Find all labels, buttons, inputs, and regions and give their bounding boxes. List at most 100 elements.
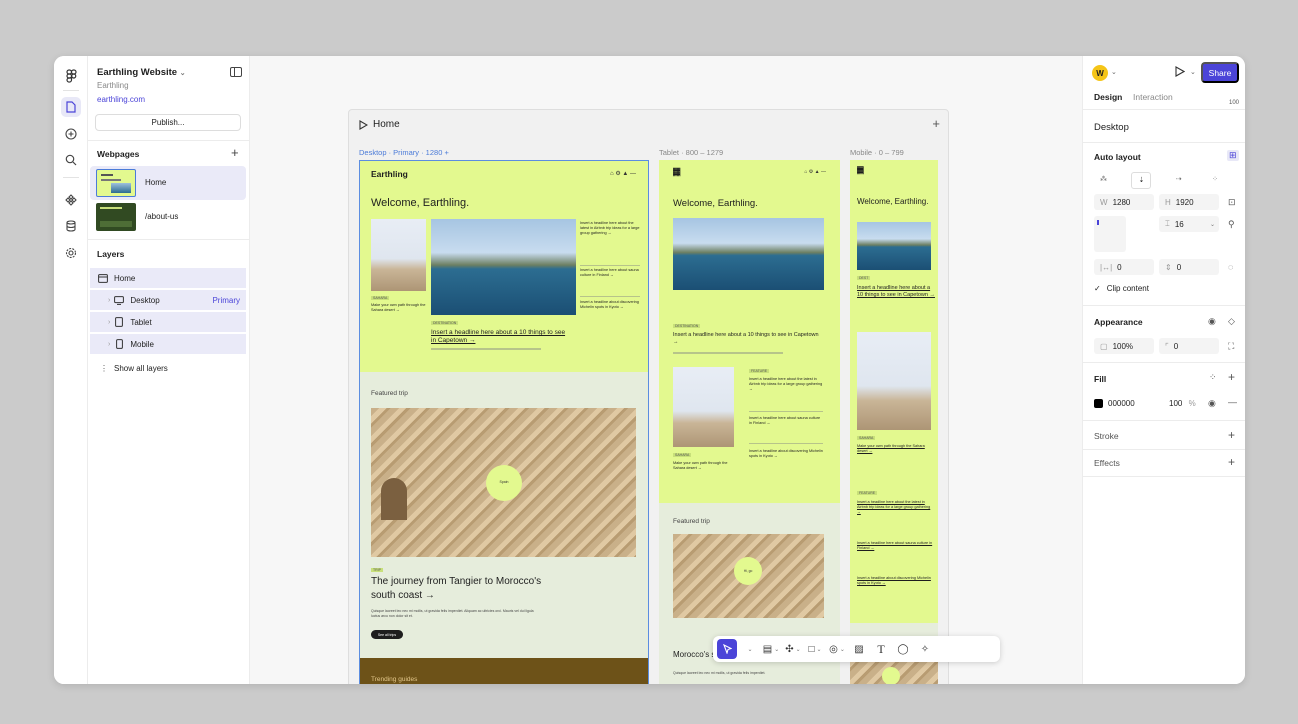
- user-avatar[interactable]: W: [1092, 65, 1108, 81]
- component-tool-button[interactable]: ✣ ⌄: [783, 639, 803, 659]
- tablet-logo-mark-icon: 𝄜: [673, 167, 681, 179]
- fill-visibility-eye-icon[interactable]: ◉: [1208, 398, 1216, 409]
- present-play-icon[interactable]: [1175, 66, 1186, 79]
- tablet-side-link-1[interactable]: Insert a headline here about the latest …: [749, 377, 823, 392]
- mobile-hero-link[interactable]: Insert a headline here about a 10 things…: [857, 285, 935, 299]
- breakpoint-mobile[interactable]: 𝄜 Welcome, Earthling. DEST Insert a head…: [850, 160, 938, 684]
- direction-wrap-icon[interactable]: ⁂: [1094, 172, 1113, 189]
- database-icon[interactable]: [61, 216, 81, 236]
- site-url-link[interactable]: earthling.com: [97, 95, 145, 104]
- desert-link[interactable]: Make your own path through the Sahara de…: [371, 303, 426, 313]
- share-button[interactable]: Share: [1201, 62, 1239, 83]
- design-canvas[interactable]: Home + Desktop · Primary · 1280 + Tablet…: [250, 56, 1082, 684]
- tablet-hero-link[interactable]: Insert a headline here about a 10 things…: [673, 332, 823, 347]
- auto-layout-toggle-icon[interactable]: ⊞: [1227, 150, 1239, 161]
- select-tool-dropdown[interactable]: ⌄: [739, 639, 759, 659]
- show-all-layers-link[interactable]: ⋮ Show all layers: [90, 358, 246, 378]
- zoom-level[interactable]: 100: [1229, 100, 1239, 106]
- fill-styles-icon[interactable]: ⁘: [1209, 372, 1217, 383]
- shape-tool-button[interactable]: □ ⌄: [805, 639, 825, 659]
- publish-button[interactable]: Publish...: [95, 114, 241, 131]
- blend-mode-icon[interactable]: ◇: [1228, 316, 1235, 327]
- featured-label: Featured trip: [371, 390, 408, 397]
- layer-mobile[interactable]: › Mobile: [90, 334, 246, 354]
- vertical-padding-field[interactable]: ⇕ 0: [1159, 259, 1219, 275]
- see-all-trips-button[interactable]: See all trips: [371, 630, 403, 639]
- text-tool-button[interactable]: T: [871, 639, 891, 659]
- breakpoint-label-desktop[interactable]: Desktop · Primary · 1280 +: [359, 148, 449, 157]
- fill-opacity-field[interactable]: 100 %: [1169, 399, 1196, 408]
- project-title[interactable]: Earthling Website ⌄: [97, 67, 186, 78]
- breakpoint-tablet[interactable]: 𝄜 ⌂ ⚙ ▲ ― Welcome, Earthling. DESTINATIO…: [659, 160, 840, 684]
- individual-corners-icon[interactable]: ⛶: [1228, 341, 1234, 352]
- side-link-3[interactable]: Insert a headline about discovering Mich…: [580, 300, 642, 310]
- add-webpage-icon[interactable]: +: [231, 146, 239, 159]
- add-fill-icon[interactable]: +: [1228, 370, 1235, 384]
- image-tool-button[interactable]: ▨: [849, 639, 869, 659]
- frame-header[interactable]: Home: [359, 119, 400, 130]
- opacity-field[interactable]: ▢ 100%: [1094, 338, 1154, 354]
- pages-icon[interactable]: [61, 97, 81, 117]
- section-tool-button[interactable]: ▤ ⌄: [761, 639, 781, 659]
- chevron-down-icon[interactable]: ⌄: [1111, 68, 1117, 76]
- toggle-sidebar-icon[interactable]: [230, 67, 242, 77]
- direction-horizontal-icon[interactable]: ⇢: [1170, 172, 1188, 189]
- alignment-grid[interactable]: [1094, 216, 1126, 252]
- search-icon[interactable]: [61, 150, 81, 170]
- layer-home[interactable]: Home: [90, 268, 246, 288]
- mobile-side-link-1[interactable]: Insert a headline here about the latest …: [857, 500, 933, 515]
- add-circle-icon[interactable]: [61, 124, 81, 144]
- present-dropdown-icon[interactable]: ⌄: [1190, 68, 1196, 76]
- add-effect-icon[interactable]: +: [1228, 455, 1235, 469]
- featured-title[interactable]: The journey from Tangier to Morocco's so…: [371, 575, 551, 602]
- mobile-side-link-3[interactable]: Insert a headline about discovering Mich…: [857, 576, 933, 586]
- add-breakpoint-icon[interactable]: +: [932, 116, 940, 131]
- tab-design[interactable]: Design: [1094, 92, 1122, 102]
- width-field[interactable]: W 1280: [1094, 194, 1154, 210]
- independent-padding-icon[interactable]: ◌: [1228, 262, 1233, 272]
- breakpoint-label-mobile[interactable]: Mobile · 0 – 799: [850, 148, 904, 157]
- chevron-right-icon[interactable]: ›: [108, 297, 110, 304]
- components-icon[interactable]: [61, 190, 81, 210]
- webpage-item-about-us[interactable]: /about-us: [90, 200, 246, 234]
- pen-tool-button[interactable]: ◎ ⌄: [827, 639, 847, 659]
- webpage-label: /about-us: [145, 212, 179, 221]
- horizontal-padding-field[interactable]: |↔| 0: [1094, 259, 1154, 275]
- breakpoint-desktop[interactable]: Earthling ⌂ ⚙ ▲ ― Welcome, Earthling. SA…: [359, 160, 649, 684]
- chevron-right-icon[interactable]: ›: [108, 319, 110, 326]
- breakpoint-label-tablet[interactable]: Tablet · 800 – 1279: [659, 148, 723, 157]
- layer-tablet[interactable]: › Tablet: [90, 312, 246, 332]
- side-link-1[interactable]: Insert a headline here about the latest …: [580, 221, 642, 236]
- mobile-side-link-2[interactable]: Insert a headline here about sauna cultu…: [857, 541, 933, 551]
- fill-color-field[interactable]: 000000: [1094, 395, 1154, 411]
- gap-field[interactable]: ⌶ 16 ⌄: [1159, 216, 1219, 232]
- remove-fill-icon[interactable]: ―: [1228, 397, 1237, 407]
- tablet-desert-link[interactable]: Make your own path through the Sahara de…: [673, 461, 735, 471]
- comment-tool-button[interactable]: ◯: [893, 639, 913, 659]
- tablet-side-link-2[interactable]: Insert a headline here about sauna cultu…: [749, 416, 823, 426]
- visibility-eye-icon[interactable]: ◉: [1208, 316, 1216, 327]
- hero-headline-link[interactable]: Insert a headline here about a 10 things…: [431, 329, 571, 346]
- tablet-side-link-3[interactable]: Insert a headline about discovering Mich…: [749, 449, 823, 459]
- layer-desktop[interactable]: › Desktop Primary: [90, 290, 246, 310]
- mobile-desert-photo: [857, 332, 931, 430]
- mobile-desert-link[interactable]: Make your own path through the Sahara de…: [857, 444, 935, 454]
- figma-logo-icon[interactable]: [61, 66, 81, 86]
- corner-radius-field[interactable]: ⌜ 0: [1159, 338, 1219, 354]
- tab-interaction[interactable]: Interaction: [1133, 92, 1173, 102]
- webpage-item-home[interactable]: Home: [90, 166, 246, 200]
- clip-content-checkbox[interactable]: ✓ Clip content: [1094, 284, 1149, 293]
- side-link-2[interactable]: Insert a headline here about sauna cultu…: [580, 268, 642, 278]
- select-tool-button[interactable]: [717, 639, 737, 659]
- layout-settings-icon[interactable]: ⚲: [1228, 219, 1235, 230]
- selected-frame-name[interactable]: Desktop: [1094, 122, 1129, 133]
- add-stroke-icon[interactable]: +: [1228, 428, 1235, 442]
- resize-to-fit-icon[interactable]: ⊡: [1228, 197, 1236, 208]
- direction-vertical-icon[interactable]: ⇣: [1131, 172, 1152, 189]
- height-field[interactable]: H 1920: [1159, 194, 1219, 210]
- webpage-frame-home[interactable]: Home + Desktop · Primary · 1280 + Tablet…: [348, 109, 949, 684]
- direction-grid-icon[interactable]: ⁘: [1206, 172, 1224, 189]
- chevron-right-icon[interactable]: ›: [108, 341, 110, 348]
- ai-tool-button[interactable]: ✧: [915, 639, 935, 659]
- settings-gear-icon[interactable]: [61, 243, 81, 263]
